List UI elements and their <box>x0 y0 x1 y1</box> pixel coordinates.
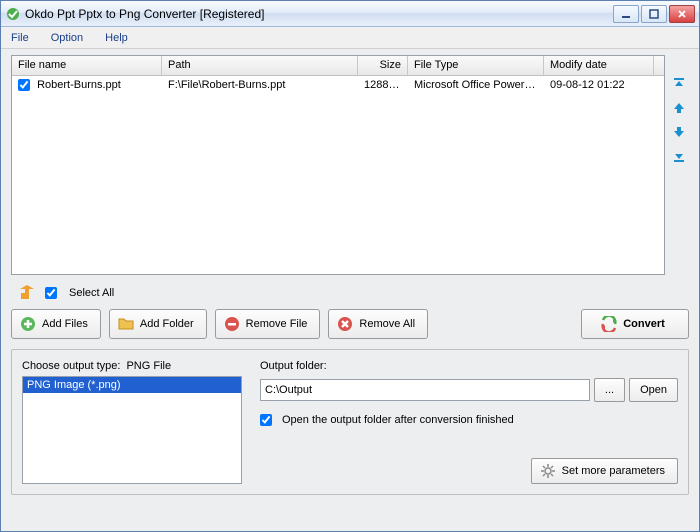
cell-type: Microsoft Office PowerP... <box>408 78 544 92</box>
menu-file[interactable]: File <box>7 30 33 46</box>
app-window: Okdo Ppt Pptx to Png Converter [Register… <box>0 0 700 532</box>
select-all-label: Select All <box>69 287 114 299</box>
maximize-button[interactable] <box>641 5 667 23</box>
browse-button[interactable]: ... <box>594 378 625 402</box>
type-option-png[interactable]: PNG Image (*.png) <box>23 377 241 393</box>
up-arrow-icon <box>19 285 37 301</box>
minimize-button[interactable] <box>613 5 639 23</box>
add-files-button[interactable]: Add Files <box>11 309 101 339</box>
row-checkbox[interactable] <box>18 79 30 91</box>
col-header-type[interactable]: File Type <box>408 56 544 75</box>
open-after-label: Open the output folder after conversion … <box>282 414 514 426</box>
output-type-list[interactable]: PNG Image (*.png) <box>22 376 242 484</box>
more-params-label: Set more parameters <box>562 465 665 477</box>
add-folder-button[interactable]: Add Folder <box>109 309 207 339</box>
menubar: File Option Help <box>1 27 699 49</box>
remove-icon <box>224 316 240 332</box>
add-files-icon <box>20 316 36 332</box>
col-header-date[interactable]: Modify date <box>544 56 654 75</box>
reorder-controls <box>669 55 689 275</box>
move-top-button[interactable] <box>670 75 688 93</box>
remove-all-icon <box>337 316 353 332</box>
more-parameters-button[interactable]: Set more parameters <box>531 458 678 484</box>
titlebar[interactable]: Okdo Ppt Pptx to Png Converter [Register… <box>1 1 699 27</box>
window-controls <box>613 5 695 23</box>
output-folder-section: Output folder: ... Open Open the output … <box>260 360 678 484</box>
cell-size: 1288KB <box>358 78 408 92</box>
menu-help[interactable]: Help <box>101 30 132 46</box>
more-params-row: Set more parameters <box>260 458 678 484</box>
open-after-checkbox[interactable] <box>260 414 272 426</box>
move-up-button[interactable] <box>670 99 688 117</box>
output-panel: Choose output type: PNG File PNG Image (… <box>11 349 689 495</box>
remove-file-label: Remove File <box>246 318 308 330</box>
output-type-section: Choose output type: PNG File PNG Image (… <box>22 360 242 484</box>
open-folder-button[interactable]: Open <box>629 378 678 402</box>
remove-all-button[interactable]: Remove All <box>328 309 428 339</box>
close-button[interactable] <box>669 5 695 23</box>
cell-name: Robert-Burns.ppt <box>12 78 162 92</box>
row-filename: Robert-Burns.ppt <box>37 79 121 91</box>
table-row[interactable]: Robert-Burns.ppt F:\File\Robert-Burns.pp… <box>12 76 664 94</box>
app-icon <box>5 6 21 22</box>
menu-option[interactable]: Option <box>47 30 87 46</box>
select-all-row: Select All <box>11 281 689 303</box>
output-folder-input[interactable] <box>260 379 590 401</box>
toolbar: Add Files Add Folder Remove File Remove … <box>11 309 689 339</box>
move-down-button[interactable] <box>670 123 688 141</box>
open-after-row: Open the output folder after conversion … <box>260 414 678 426</box>
cell-date: 09-08-12 01:22 <box>544 78 654 92</box>
type-value: PNG File <box>126 360 171 372</box>
content: File name Path Size File Type Modify dat… <box>1 49 699 531</box>
convert-icon <box>601 316 617 332</box>
remove-all-label: Remove All <box>359 318 415 330</box>
move-bottom-button[interactable] <box>670 147 688 165</box>
output-folder-row: ... Open <box>260 378 678 402</box>
window-title: Okdo Ppt Pptx to Png Converter [Register… <box>25 7 613 21</box>
col-header-size[interactable]: Size <box>358 56 408 75</box>
cell-path: F:\File\Robert-Burns.ppt <box>162 78 358 92</box>
gear-icon <box>540 463 556 479</box>
list-body: Robert-Burns.ppt F:\File\Robert-Burns.pp… <box>12 76 664 274</box>
file-area: File name Path Size File Type Modify dat… <box>11 55 689 275</box>
col-header-name[interactable]: File name <box>12 56 162 75</box>
file-list[interactable]: File name Path Size File Type Modify dat… <box>11 55 665 275</box>
add-folder-label: Add Folder <box>140 318 194 330</box>
convert-label: Convert <box>623 318 665 330</box>
folder-icon <box>118 316 134 332</box>
output-folder-label: Output folder: <box>260 360 678 372</box>
convert-button[interactable]: Convert <box>581 309 689 339</box>
output-type-header: Choose output type: PNG File <box>22 360 242 372</box>
add-files-label: Add Files <box>42 318 88 330</box>
list-header: File name Path Size File Type Modify dat… <box>12 56 664 76</box>
col-header-path[interactable]: Path <box>162 56 358 75</box>
select-all-checkbox[interactable] <box>45 287 57 299</box>
remove-file-button[interactable]: Remove File <box>215 309 321 339</box>
choose-type-label: Choose output type: <box>22 360 120 372</box>
